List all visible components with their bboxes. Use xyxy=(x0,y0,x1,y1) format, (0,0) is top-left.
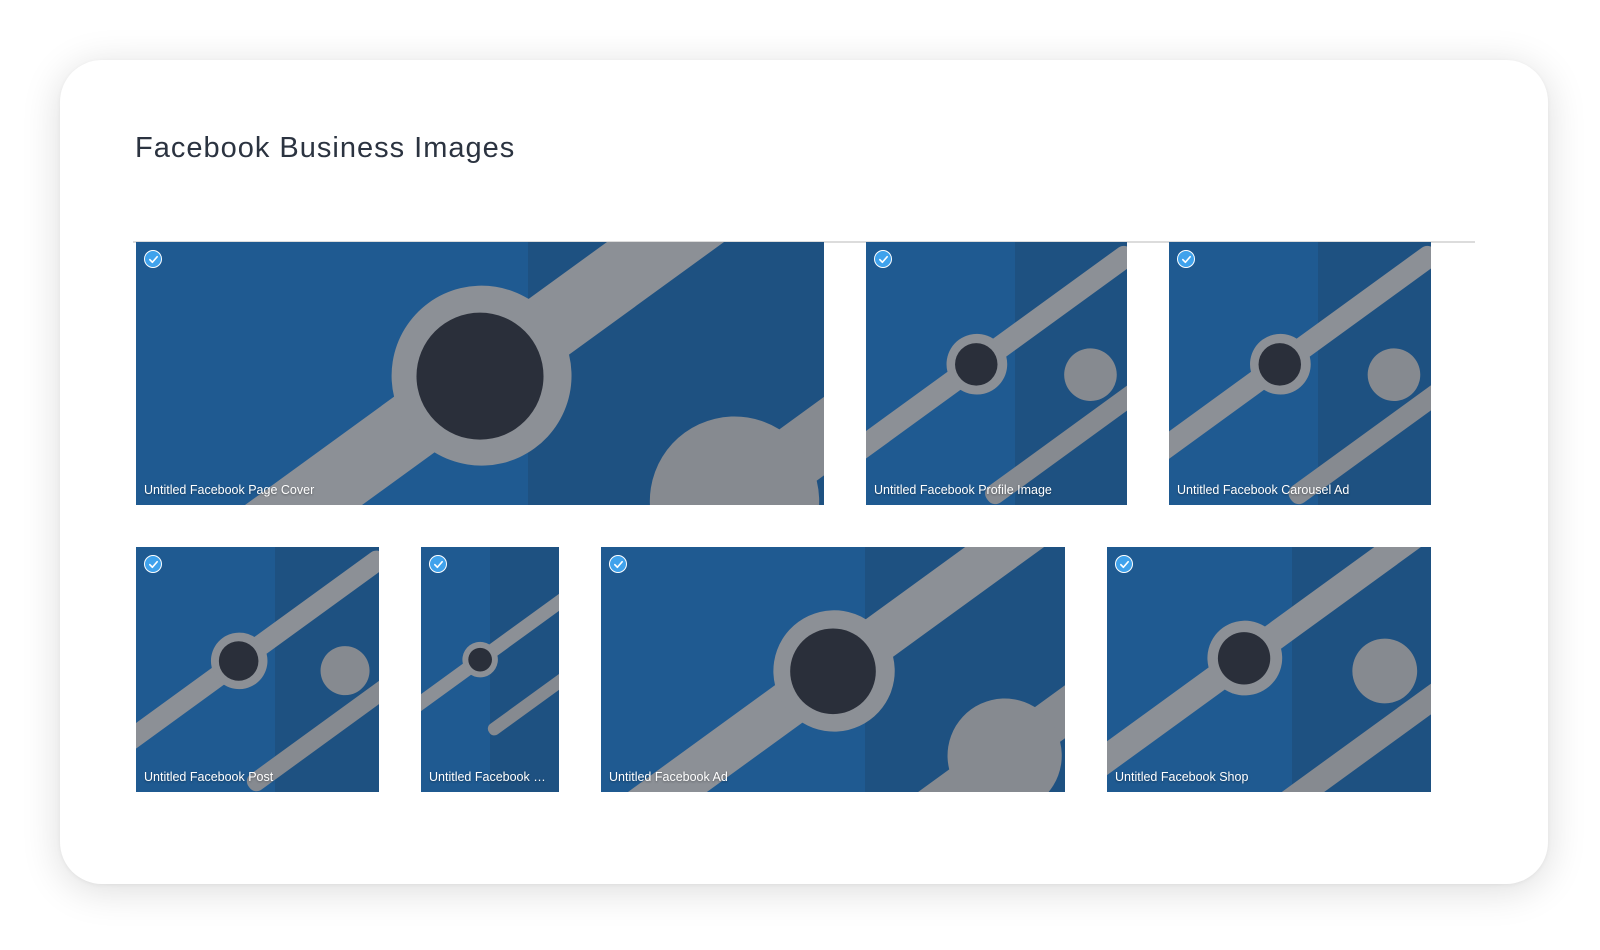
watch-photo xyxy=(1169,245,1431,505)
selected-check-icon[interactable] xyxy=(609,555,627,573)
watch-photo xyxy=(421,586,559,736)
tile-label: Untitled Facebook Post xyxy=(144,770,274,784)
tile-label: Untitled Facebook Page Cover xyxy=(144,483,315,497)
tile-label: Untitled Facebook Shop xyxy=(1115,770,1249,784)
image-tile-page-cover[interactable]: Untitled Facebook Page Cover xyxy=(136,242,824,505)
selected-check-icon[interactable] xyxy=(144,555,162,573)
selected-check-icon[interactable] xyxy=(1115,555,1133,573)
tile-label: Untitled Facebook Carousel Ad xyxy=(1177,483,1350,497)
image-tile-shop[interactable]: Untitled Facebook Shop xyxy=(1107,547,1431,792)
image-tile-carousel-ad[interactable]: Untitled Facebook Carousel Ad xyxy=(1169,242,1431,505)
image-tile-post[interactable]: Untitled Facebook Post xyxy=(136,547,379,792)
watch-photo xyxy=(1107,547,1431,792)
selected-check-icon[interactable] xyxy=(874,250,892,268)
tile-label: Untitled Facebook St... xyxy=(429,770,551,784)
image-tile-ad[interactable]: Untitled Facebook Ad xyxy=(601,547,1065,792)
selected-check-icon[interactable] xyxy=(144,250,162,268)
selected-check-icon[interactable] xyxy=(429,555,447,573)
page-title: Facebook Business Images xyxy=(135,132,516,164)
watch-photo xyxy=(136,550,379,792)
tile-label: Untitled Facebook Ad xyxy=(609,770,728,784)
tile-label: Untitled Facebook Profile Image xyxy=(874,483,1052,497)
watch-photo xyxy=(601,547,1065,792)
image-tile-profile-image[interactable]: Untitled Facebook Profile Image xyxy=(866,242,1127,505)
watch-photo xyxy=(136,242,824,505)
selected-check-icon[interactable] xyxy=(1177,250,1195,268)
image-tile-story[interactable]: Untitled Facebook St... xyxy=(421,547,559,792)
watch-photo xyxy=(866,245,1127,505)
